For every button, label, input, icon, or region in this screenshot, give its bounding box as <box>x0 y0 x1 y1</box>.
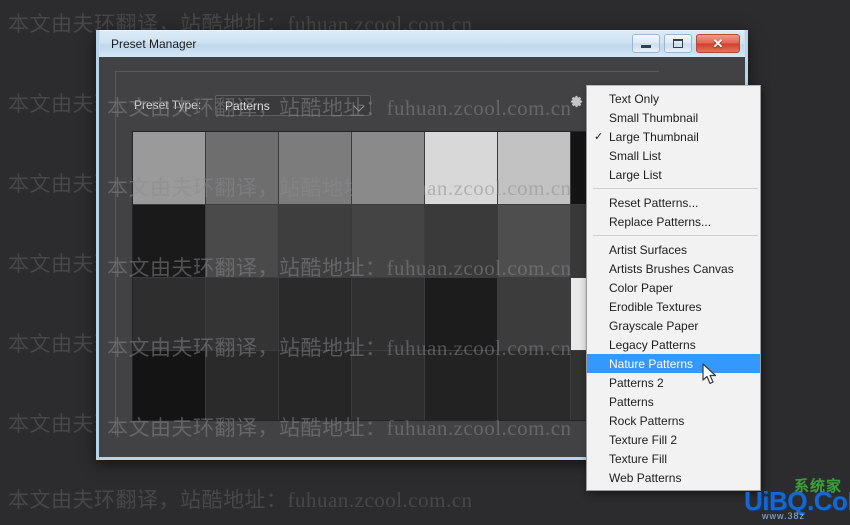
dialog-titlebar[interactable]: Preset Manager ✕ <box>99 30 745 57</box>
menu-item-label: Reset Patterns... <box>609 195 699 210</box>
menu-item-label: Legacy Patterns <box>609 337 696 352</box>
pattern-swatch[interactable] <box>352 205 425 278</box>
pattern-swatch[interactable] <box>206 205 279 278</box>
menu-item-label: Artists Brushes Canvas <box>609 261 734 276</box>
menu-separator <box>593 188 758 189</box>
preset-type-value: Patterns <box>225 98 270 113</box>
pattern-swatch[interactable] <box>425 205 498 278</box>
menu-item-label: Replace Patterns... <box>609 214 712 229</box>
menu-item-small-list[interactable]: Small List <box>587 146 760 165</box>
group-divider <box>115 71 659 72</box>
menu-item-reset-patterns[interactable]: Reset Patterns... <box>587 193 760 212</box>
window-controls: ✕ <box>632 34 740 53</box>
pattern-swatch[interactable] <box>425 132 498 205</box>
menu-item-label: Artist Surfaces <box>609 242 688 257</box>
menu-item-grayscale-paper[interactable]: Grayscale Paper <box>587 316 760 335</box>
pattern-swatch[interactable] <box>498 205 571 278</box>
menu-item-label: Web Patterns <box>609 470 682 485</box>
menu-item-artists-brushes-canvas[interactable]: Artists Brushes Canvas <box>587 259 760 278</box>
menu-item-label: Patterns 2 <box>609 375 664 390</box>
menu-item-label: Small List <box>609 148 662 163</box>
menu-item-texture-fill-2[interactable]: Texture Fill 2 <box>587 430 760 449</box>
menu-item-label: Texture Fill 2 <box>609 432 678 447</box>
menu-item-artist-surfaces[interactable]: Artist Surfaces <box>587 240 760 259</box>
menu-item-nature-patterns[interactable]: Nature Patterns <box>587 354 760 373</box>
menu-item-label: Texture Fill <box>609 451 668 466</box>
dialog-title: Preset Manager <box>111 37 197 51</box>
menu-item-replace-patterns[interactable]: Replace Patterns... <box>587 212 760 231</box>
menu-item-color-paper[interactable]: Color Paper <box>587 278 760 297</box>
chevron-down-icon <box>353 100 365 112</box>
pattern-swatch[interactable] <box>133 278 206 351</box>
menu-item-text-only[interactable]: Text Only <box>587 89 760 108</box>
menu-item-label: Erodible Textures <box>609 299 702 314</box>
menu-item-large-thumbnail[interactable]: ✓ Large Thumbnail <box>587 127 760 146</box>
menu-item-small-thumbnail[interactable]: Small Thumbnail <box>587 108 760 127</box>
menu-item-label: Grayscale Paper <box>609 318 699 333</box>
pattern-swatch[interactable] <box>279 132 352 205</box>
minimize-icon <box>641 45 651 48</box>
menu-item-patterns-2[interactable]: Patterns 2 <box>587 373 760 392</box>
menu-item-label: Small Thumbnail <box>609 110 699 125</box>
pattern-swatch[interactable] <box>279 278 352 351</box>
pattern-swatch[interactable] <box>279 205 352 278</box>
menu-item-label: Nature Patterns <box>609 356 694 371</box>
pattern-swatch[interactable] <box>133 132 206 205</box>
pattern-swatch[interactable] <box>498 278 571 351</box>
menu-item-label: Rock Patterns <box>609 413 685 428</box>
pattern-swatch[interactable] <box>425 278 498 351</box>
menu-item-large-list[interactable]: Large List <box>587 165 760 184</box>
pattern-swatch[interactable] <box>352 351 425 420</box>
pattern-swatch[interactable] <box>425 351 498 420</box>
watermark-line: 本文由夫环翻译，站酷地址：fuhuan.zcool.com.cn <box>8 488 473 512</box>
maximize-button[interactable] <box>664 34 692 53</box>
menu-item-label: Color Paper <box>609 280 674 295</box>
menu-item-label: Large Thumbnail <box>609 129 699 144</box>
menu-item-erodible-textures[interactable]: Erodible Textures <box>587 297 760 316</box>
pattern-swatch[interactable] <box>279 351 352 420</box>
pattern-swatch-panel[interactable] <box>132 131 628 421</box>
minimize-button[interactable] <box>632 34 660 53</box>
preset-type-label: Preset Type: <box>134 98 202 112</box>
pattern-swatch[interactable] <box>206 132 279 205</box>
checkmark-icon: ✓ <box>594 131 604 143</box>
preset-options-menu[interactable]: Text Only Small Thumbnail ✓ Large Thumbnail… <box>586 85 761 491</box>
group-divider-left <box>115 71 116 435</box>
menu-item-label: Patterns <box>609 394 654 409</box>
menu-item-label: Large List <box>609 167 662 182</box>
pattern-swatch[interactable] <box>498 351 571 420</box>
pattern-swatch[interactable] <box>133 205 206 278</box>
pattern-swatch[interactable] <box>498 132 571 205</box>
arrow-cursor <box>702 363 717 385</box>
pattern-swatch[interactable] <box>206 278 279 351</box>
pattern-swatch[interactable] <box>206 351 279 420</box>
menu-separator <box>593 235 758 236</box>
close-button[interactable]: ✕ <box>696 34 740 53</box>
screen: 本文由夫环翻译，站酷地址：fuhuan.zcool.com.cn 本文由夫环翻译… <box>0 0 850 525</box>
pattern-swatch[interactable] <box>352 132 425 205</box>
menu-item-web-patterns[interactable]: Web Patterns <box>587 468 760 487</box>
gear-icon <box>570 95 583 108</box>
pattern-swatch[interactable] <box>352 278 425 351</box>
close-icon: ✕ <box>712 36 724 51</box>
menu-item-patterns[interactable]: Patterns <box>587 392 760 411</box>
menu-item-legacy-patterns[interactable]: Legacy Patterns <box>587 335 760 354</box>
maximize-icon <box>673 39 683 48</box>
menu-item-label: Text Only <box>609 91 660 106</box>
menu-item-texture-fill[interactable]: Texture Fill <box>587 449 760 468</box>
pattern-swatch[interactable] <box>133 351 206 420</box>
pattern-swatch-grid <box>133 132 627 420</box>
site-logo: 系统家 UiBQ.CoM www.38z <box>744 471 850 523</box>
logo-sub-text: www.38z <box>762 511 806 521</box>
menu-item-rock-patterns[interactable]: Rock Patterns <box>587 411 760 430</box>
preset-type-select[interactable]: Patterns <box>215 95 371 116</box>
